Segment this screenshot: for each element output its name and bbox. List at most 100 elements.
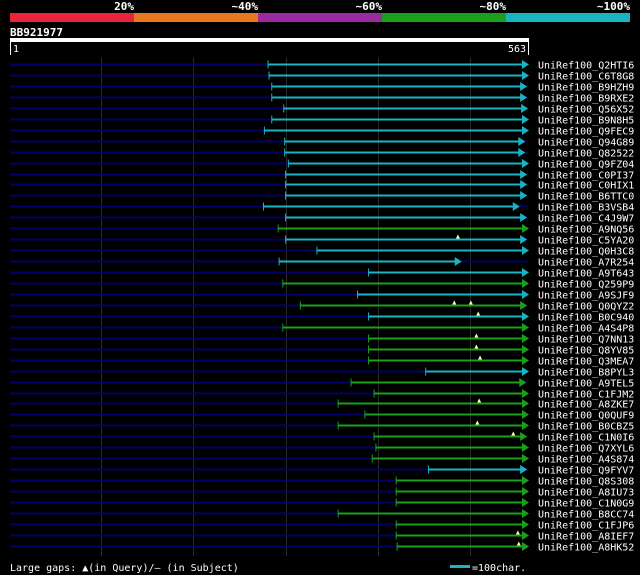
hit-arrowhead bbox=[522, 498, 529, 507]
hit-label: UniRef100_A8IU73 bbox=[538, 488, 634, 499]
query-gap-marker bbox=[511, 431, 516, 436]
hit-arrowhead bbox=[522, 224, 529, 233]
hit-arrowhead bbox=[518, 148, 526, 157]
hit-arrowhead bbox=[520, 82, 528, 91]
hit-label: UniRef100_B0C940 bbox=[538, 313, 634, 324]
hit-row: UniRef100_Q0QYZ2 bbox=[10, 300, 634, 313]
hit-arrowhead bbox=[522, 268, 529, 277]
hit-label: UniRef100_Q9FYV7 bbox=[538, 466, 634, 477]
scale-label-100: ~100% bbox=[597, 0, 630, 13]
hit-row: UniRef100_A8IU73 bbox=[10, 487, 634, 499]
hit-arrowhead bbox=[522, 279, 529, 288]
query-gap-marker bbox=[477, 398, 482, 403]
hit-row: UniRef100_B6TTC0 bbox=[10, 191, 634, 203]
query-end-label: 563 bbox=[508, 44, 526, 55]
hit-row: UniRef100_C4J9W7 bbox=[10, 213, 634, 225]
hit-arrowhead bbox=[522, 509, 529, 518]
hit-row: UniRef100_Q56X52 bbox=[10, 104, 634, 116]
hit-row: UniRef100_A9T643 bbox=[10, 268, 634, 280]
hit-row: UniRef100_C0HIX1 bbox=[10, 180, 634, 192]
gap-legend-text: Large gaps: ▲(in Query)/– (in Subject) bbox=[10, 563, 239, 574]
hit-arrowhead bbox=[522, 345, 529, 354]
hit-label: UniRef100_Q8S308 bbox=[538, 477, 634, 488]
scale-segment bbox=[382, 13, 506, 22]
hit-label: UniRef100_C5YA20 bbox=[538, 236, 634, 247]
hit-label: UniRef100_A9NQ56 bbox=[538, 225, 634, 236]
hit-arrowhead bbox=[522, 159, 529, 168]
scale-label-80: ~80% bbox=[480, 0, 507, 13]
hit-row: UniRef100_A8IEF7 bbox=[10, 530, 634, 543]
hit-row: UniRef100_B0CBZ5 bbox=[10, 420, 634, 433]
hit-label: UniRef100_Q56X52 bbox=[538, 105, 634, 116]
alignment-overview-chart: 20% ~40% ~60% ~80% ~100% BB921977 1 563 … bbox=[10, 0, 634, 574]
scale-legend-swatch bbox=[450, 565, 470, 568]
hit-arrowhead bbox=[520, 180, 528, 189]
hit-label: UniRef100_C1FJP6 bbox=[538, 521, 634, 532]
hit-arrowhead bbox=[521, 104, 529, 113]
hit-row: UniRef100_Q9FYV7 bbox=[10, 465, 634, 477]
hit-label: UniRef100_Q7XYL6 bbox=[538, 444, 634, 455]
hit-arrowhead bbox=[522, 476, 529, 485]
hit-arrowhead bbox=[522, 334, 529, 343]
hit-label: UniRef100_A9T643 bbox=[538, 269, 634, 280]
hit-label: UniRef100_C1N0G9 bbox=[538, 499, 634, 510]
scale-segment bbox=[10, 13, 134, 22]
hit-row: UniRef100_Q0H3C8 bbox=[10, 246, 634, 258]
query-gap-marker bbox=[516, 541, 521, 546]
hit-arrowhead bbox=[522, 520, 529, 529]
hit-row: UniRef100_Q94G89 bbox=[10, 137, 634, 149]
hit-row: UniRef100_C6T8G8 bbox=[10, 71, 634, 83]
hit-label: UniRef100_B9N8H5 bbox=[538, 116, 634, 127]
hit-row: UniRef100_A9SJF9 bbox=[10, 290, 634, 302]
hit-row: UniRef100_C1N0I6 bbox=[10, 431, 634, 444]
hit-row: UniRef100_Q82522 bbox=[10, 148, 634, 160]
hit-arrowhead bbox=[520, 235, 528, 244]
hit-label: UniRef100_A9SJF9 bbox=[538, 291, 634, 302]
hit-label: UniRef100_Q0H3C8 bbox=[538, 247, 634, 258]
hit-arrowhead bbox=[522, 399, 529, 408]
hit-label: UniRef100_Q9FZ04 bbox=[538, 160, 634, 171]
hit-label: UniRef100_Q259P9 bbox=[538, 280, 634, 291]
hit-row: UniRef100_A9TEL5 bbox=[10, 378, 634, 390]
hit-arrowhead bbox=[522, 389, 529, 398]
scale-segment bbox=[258, 13, 382, 22]
hit-arrowhead bbox=[520, 301, 528, 310]
hit-arrowhead bbox=[520, 465, 528, 474]
hit-arrowhead bbox=[522, 531, 529, 540]
hit-arrowhead bbox=[522, 410, 529, 419]
hit-row: UniRef100_B9RXE2 bbox=[10, 93, 634, 105]
legend: Large gaps: ▲(in Query)/– (in Subject) =… bbox=[10, 563, 526, 574]
hit-label: UniRef100_Q0QYZ2 bbox=[538, 302, 634, 313]
hit-row: UniRef100_Q7NN13 bbox=[10, 333, 634, 346]
hit-arrowhead bbox=[522, 421, 529, 430]
query-gap-marker bbox=[474, 344, 479, 349]
hit-row: UniRef100_Q3MEA7 bbox=[10, 355, 634, 368]
hit-row: UniRef100_C1FJP6 bbox=[10, 520, 634, 532]
hit-label: UniRef100_B0CBZ5 bbox=[538, 422, 634, 433]
hit-row: UniRef100_B9HZH9 bbox=[10, 82, 634, 94]
hit-arrowhead bbox=[522, 312, 529, 321]
hit-label: UniRef100_Q0QUF9 bbox=[538, 411, 634, 422]
hit-label: UniRef100_A9TEL5 bbox=[538, 379, 634, 390]
hit-label: UniRef100_A7R254 bbox=[538, 258, 634, 269]
hit-label: UniRef100_A8IEF7 bbox=[538, 532, 634, 543]
hit-arrowhead bbox=[518, 137, 526, 146]
query-gap-marker bbox=[455, 234, 460, 239]
hit-arrowhead bbox=[522, 443, 529, 452]
scale-segment bbox=[506, 13, 630, 22]
hit-row: UniRef100_A4S874 bbox=[10, 454, 634, 466]
query-gap-marker bbox=[474, 333, 479, 338]
hit-label: UniRef100_C0HIX1 bbox=[538, 181, 634, 192]
hit-arrowhead bbox=[520, 213, 528, 222]
query-gap-marker bbox=[478, 355, 483, 360]
hit-rows: UniRef100_Q2HTI6UniRef100_C6T8G8UniRef10… bbox=[10, 60, 634, 554]
hit-row: UniRef100_Q8S308 bbox=[10, 476, 634, 488]
hit-label: UniRef100_Q8YV85 bbox=[538, 346, 634, 357]
hit-label: UniRef100_B8PYL3 bbox=[538, 368, 634, 379]
hit-row: UniRef100_Q0QUF9 bbox=[10, 410, 634, 422]
hit-label: UniRef100_A8HK52 bbox=[538, 543, 634, 554]
hit-row: UniRef100_A8HK52 bbox=[10, 541, 634, 554]
hit-label: UniRef100_Q82522 bbox=[538, 149, 634, 160]
hit-row: UniRef100_C1N0G9 bbox=[10, 498, 634, 510]
hit-arrowhead bbox=[522, 115, 529, 124]
